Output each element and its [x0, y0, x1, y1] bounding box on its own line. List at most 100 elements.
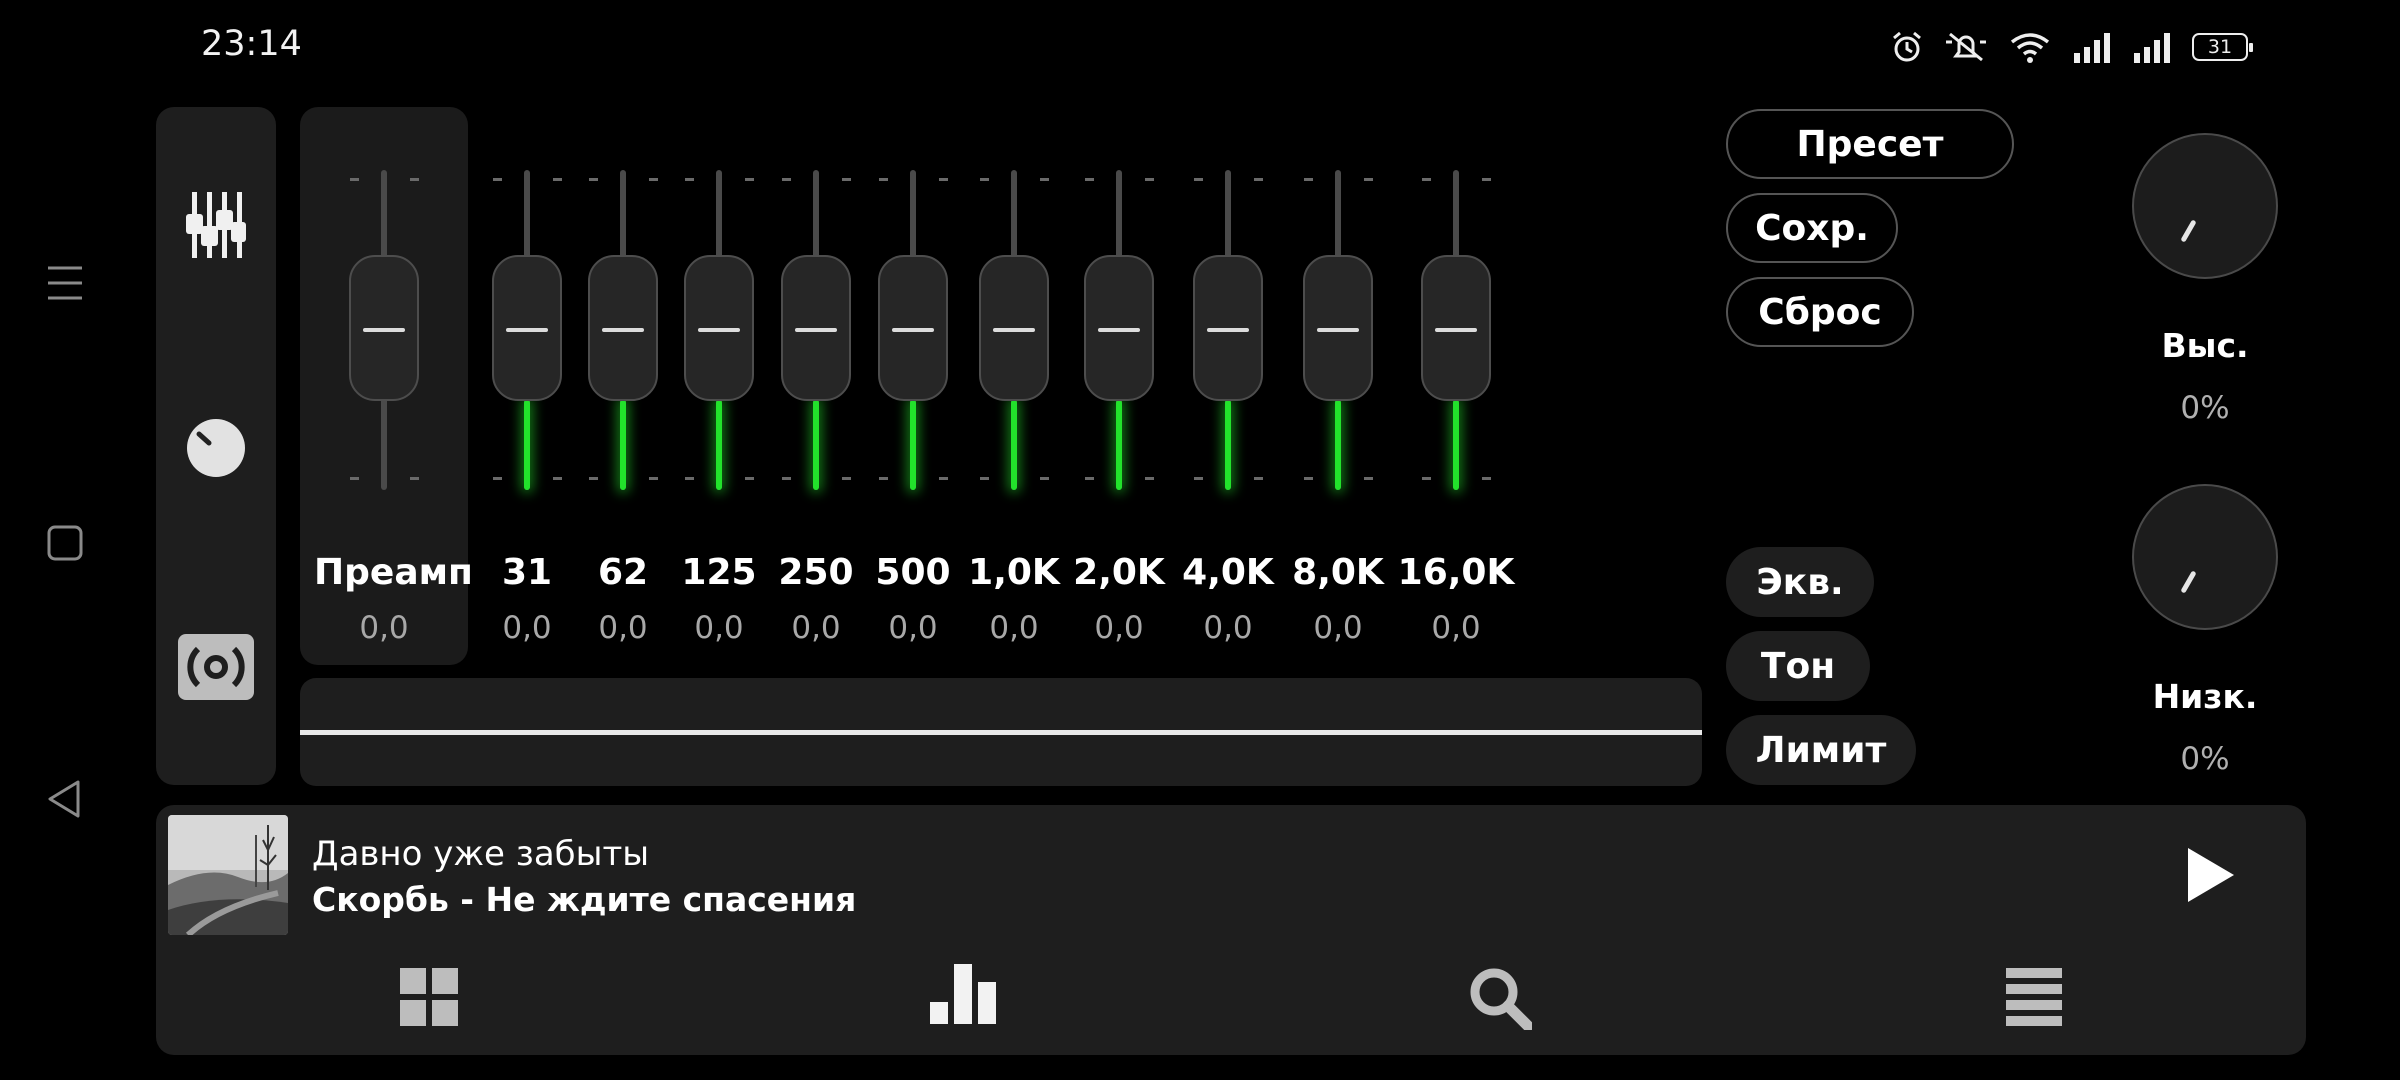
band-6-slider-handle[interactable]: [979, 255, 1049, 401]
list-icon[interactable]: [2006, 968, 2062, 1026]
band-10-scale-tick: [1482, 178, 1491, 181]
album-art[interactable]: [168, 815, 288, 935]
band-9-level-fill: [1335, 400, 1341, 490]
band-7-scale-tick: [1085, 178, 1094, 181]
treble-label: Выс.: [2161, 326, 2249, 365]
band-10-level-fill: [1453, 400, 1459, 490]
wifi-icon: [2010, 33, 2050, 63]
band-7-scale-tick: [1145, 178, 1154, 181]
band-1-scale-tick: [553, 178, 562, 181]
band-4-level-fill: [813, 400, 819, 490]
save-button[interactable]: Сохр.: [1726, 193, 1898, 263]
spectrum-visualizer: [300, 678, 1702, 786]
preamp-scale-tick: [350, 477, 359, 480]
band-3-scale-tick: [685, 477, 694, 480]
band-8-scale-tick: [1254, 477, 1263, 480]
preamp-value: 0,0: [359, 610, 409, 646]
bass-dial[interactable]: [2132, 484, 2278, 630]
band-2-scale-tick: [649, 178, 658, 181]
band-2-slider-handle[interactable]: [588, 255, 658, 401]
home-square-icon[interactable]: [44, 522, 86, 564]
track-title[interactable]: Давно уже забыты: [312, 834, 649, 874]
limit-button[interactable]: Лимит: [1726, 715, 1916, 785]
band-9-slider-handle[interactable]: [1303, 255, 1373, 401]
eq-button[interactable]: Экв.: [1726, 547, 1874, 617]
treble-value: 0%: [2180, 390, 2230, 426]
band-1-level-fill: [524, 400, 530, 490]
grid-icon[interactable]: [400, 968, 458, 1026]
band-5-scale-tick: [879, 178, 888, 181]
band-9-scale-tick: [1304, 178, 1313, 181]
band-4-scale-tick: [782, 178, 791, 181]
band-10-scale-tick: [1422, 477, 1431, 480]
bar-chart-icon[interactable]: [930, 964, 998, 1024]
band-7-scale-tick: [1145, 477, 1154, 480]
band-8-scale-tick: [1194, 477, 1203, 480]
band-6-scale-tick: [980, 178, 989, 181]
band-6-scale-tick: [1040, 178, 1049, 181]
reset-button[interactable]: Сброс: [1726, 277, 1914, 347]
band-6-scale-tick: [980, 477, 989, 480]
preamp-scale-tick: [350, 178, 359, 181]
band-1-slider-handle[interactable]: [492, 255, 562, 401]
band-5-scale-tick: [939, 178, 948, 181]
band-1-scale-tick: [493, 178, 502, 181]
preamp-label: Преамп: [314, 552, 473, 593]
preset-button[interactable]: Пресет: [1726, 109, 2014, 179]
band-9-scale-tick: [1304, 477, 1313, 480]
band-4-scale-tick: [782, 477, 791, 480]
battery-icon: 31: [2192, 33, 2253, 61]
play-icon[interactable]: [2186, 846, 2236, 904]
band-9-scale-tick: [1364, 477, 1373, 480]
equalizer-sliders-icon[interactable]: [186, 192, 246, 258]
signal-icon: [2074, 33, 2110, 63]
back-triangle-icon[interactable]: [44, 778, 86, 820]
band-4-scale-tick: [842, 477, 851, 480]
band-10-slider-handle[interactable]: [1421, 255, 1491, 401]
band-4-slider-handle[interactable]: [781, 255, 851, 401]
band-9-scale-tick: [1364, 178, 1373, 181]
band-2-scale-tick: [589, 477, 598, 480]
track-artist[interactable]: Скорбь - Не ждите спасения: [312, 880, 856, 919]
knob-icon[interactable]: [184, 416, 248, 480]
status-icons: 31: [1890, 26, 2253, 68]
band-8-slider-handle[interactable]: [1193, 255, 1263, 401]
band-5-scale-tick: [939, 477, 948, 480]
band-3-level-fill: [716, 400, 722, 490]
band-8-scale-tick: [1254, 178, 1263, 181]
band-6-scale-tick: [1040, 477, 1049, 480]
speaker-icon[interactable]: [178, 634, 254, 700]
band-8-level-fill: [1225, 400, 1231, 490]
band-7-scale-tick: [1085, 477, 1094, 480]
menu-icon[interactable]: [44, 262, 86, 304]
alarm-icon: [1893, 31, 1921, 62]
band-3-slider-handle[interactable]: [684, 255, 754, 401]
preamp-slider-handle[interactable]: [349, 255, 419, 401]
search-icon[interactable]: [1468, 966, 1532, 1030]
bass-label: Низк.: [2152, 677, 2258, 716]
band-8-scale-tick: [1194, 178, 1203, 181]
band-10-scale-tick: [1482, 477, 1491, 480]
band-7-slider-handle[interactable]: [1084, 255, 1154, 401]
band-10-value: 0,0: [1431, 610, 1481, 646]
bass-value: 0%: [2180, 741, 2230, 777]
band-3-scale-tick: [745, 477, 754, 480]
band-6-level-fill: [1011, 400, 1017, 490]
band-3-scale-tick: [745, 178, 754, 181]
band-5-scale-tick: [879, 477, 888, 480]
visualizer-line: [300, 730, 1702, 735]
band-10-scale-tick: [1422, 178, 1431, 181]
battery-level: 31: [2207, 36, 2233, 58]
band-10-label: 16,0K: [1397, 552, 1515, 593]
mute-icon: [1946, 32, 1986, 62]
band-3-scale-tick: [685, 178, 694, 181]
band-5-level-fill: [910, 400, 916, 490]
preamp-scale-tick: [410, 178, 419, 181]
tone-button[interactable]: Тон: [1726, 631, 1870, 701]
band-5-slider-handle[interactable]: [878, 255, 948, 401]
preamp-scale-tick: [410, 477, 419, 480]
treble-dial[interactable]: [2132, 133, 2278, 279]
status-time: 23:14: [201, 24, 302, 64]
band-2-level-fill: [620, 400, 626, 490]
band-1-scale-tick: [553, 477, 562, 480]
